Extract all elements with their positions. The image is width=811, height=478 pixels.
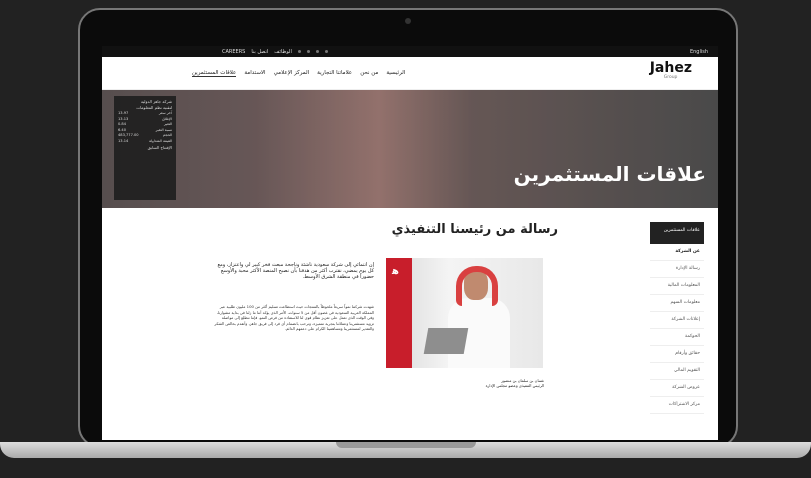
nav-media[interactable]: المركز الإعلامي xyxy=(274,70,310,77)
stock-value: 13.14 xyxy=(118,138,129,143)
stock-footer: الإفتتاح السابق xyxy=(147,144,172,150)
laptop-in-photo xyxy=(423,328,469,354)
ceo-ghutra xyxy=(456,266,498,306)
photo-caption: غسان بن سلمان بن منصور الرئيس التنفيذي و… xyxy=(432,378,544,388)
social-icon[interactable] xyxy=(324,50,328,53)
sidebar-item-message[interactable]: رسالة الإدارة xyxy=(650,261,704,278)
jobs-link[interactable]: الوظائف xyxy=(274,49,292,55)
nav-about[interactable]: من نحن xyxy=(360,70,378,77)
page-title: رسالة من رئيسنا التنفيذي xyxy=(391,222,558,237)
language-switch[interactable]: English xyxy=(690,49,708,55)
stock-company: شركة جاهز الدولية xyxy=(140,99,172,104)
sidebar-item-financials[interactable]: المعلومات المالية xyxy=(650,278,704,295)
careers-link[interactable]: CAREERS xyxy=(222,49,245,55)
sidebar-item-subscriptions[interactable]: مركز الاشتراكات xyxy=(650,397,704,414)
top-bar: CAREERS اتصل بنا الوظائف English xyxy=(102,46,718,57)
sidebar-item-facts[interactable]: حقائق وأرقام xyxy=(650,346,704,363)
screen: CAREERS اتصل بنا الوظائف English الرئيسي… xyxy=(102,46,718,440)
nav-sustainability[interactable]: الاستدامة xyxy=(244,70,265,77)
sidebar-menu: علاقات المستثمرين عن الشركة رسالة الإدار… xyxy=(650,222,704,414)
stock-company-sub: لتقنية نظم المعلومات xyxy=(136,105,172,110)
social-icon[interactable] xyxy=(297,50,301,53)
stock-label: القيمة المتداولة xyxy=(148,138,172,143)
contact-link[interactable]: اتصل بنا xyxy=(251,49,268,55)
laptop-notch xyxy=(336,442,476,448)
top-links: CAREERS اتصل بنا الوظائف xyxy=(222,49,328,55)
jahez-logo[interactable]: Jahez Group xyxy=(650,61,692,83)
lead-paragraph: إن انتمائي إلى شركة سعودية ناشئة وناجحة … xyxy=(217,262,374,280)
sidebar-item-calendar[interactable]: التقويم المالي xyxy=(650,363,704,380)
sidebar-item-governance[interactable]: الحوكمة xyxy=(650,329,704,346)
hero-overlay xyxy=(102,90,718,208)
brand-mark-icon: ﻫ xyxy=(392,266,399,277)
hero-banner: شركة جاهز الدولية لتقنية نظم المعلومات 1… xyxy=(102,90,718,208)
sidebar-item-share-info[interactable]: معلومات السهم xyxy=(650,295,704,312)
social-icon[interactable] xyxy=(306,50,310,53)
sidebar-item-announcements[interactable]: إعلانات الشركة xyxy=(650,312,704,329)
main-nav: الرئيسية من نحن علاماتنا التجارية المركز… xyxy=(192,70,405,77)
brand-bar: ﻫ xyxy=(386,258,412,368)
body-paragraph: شهدت شركتنا نمواً سريعاً ملحوظاً بالمنتج… xyxy=(214,304,374,332)
nav-brands[interactable]: علاماتنا التجارية xyxy=(317,70,352,77)
hero-title: علاقات المستثمرين xyxy=(513,162,706,186)
social-icon[interactable] xyxy=(315,50,319,53)
camera-icon xyxy=(405,18,411,24)
sidebar-item-about[interactable]: عن الشركة xyxy=(650,244,704,261)
laptop-lid: CAREERS اتصل بنا الوظائف English الرئيسي… xyxy=(78,8,738,448)
sidebar-heading: علاقات المستثمرين xyxy=(650,222,704,244)
nav-home[interactable]: الرئيسية xyxy=(386,70,405,77)
laptop-frame: CAREERS اتصل بنا الوظائف English الرئيسي… xyxy=(0,0,811,478)
page-content: علاقات المستثمرين عن الشركة رسالة الإدار… xyxy=(102,208,718,440)
nav-investor-relations[interactable]: علاقات المستثمرين xyxy=(192,70,237,77)
ceo-photo: ﻫ xyxy=(386,258,543,368)
site-header: الرئيسية من نحن علاماتنا التجارية المركز… xyxy=(102,57,718,90)
stock-widget: شركة جاهز الدولية لتقنية نظم المعلومات 1… xyxy=(114,96,176,200)
sidebar-item-presentations[interactable]: عروض الشركة xyxy=(650,380,704,397)
caption-role: الرئيس التنفيذي وعضو مجلس الإدارة xyxy=(485,383,544,388)
